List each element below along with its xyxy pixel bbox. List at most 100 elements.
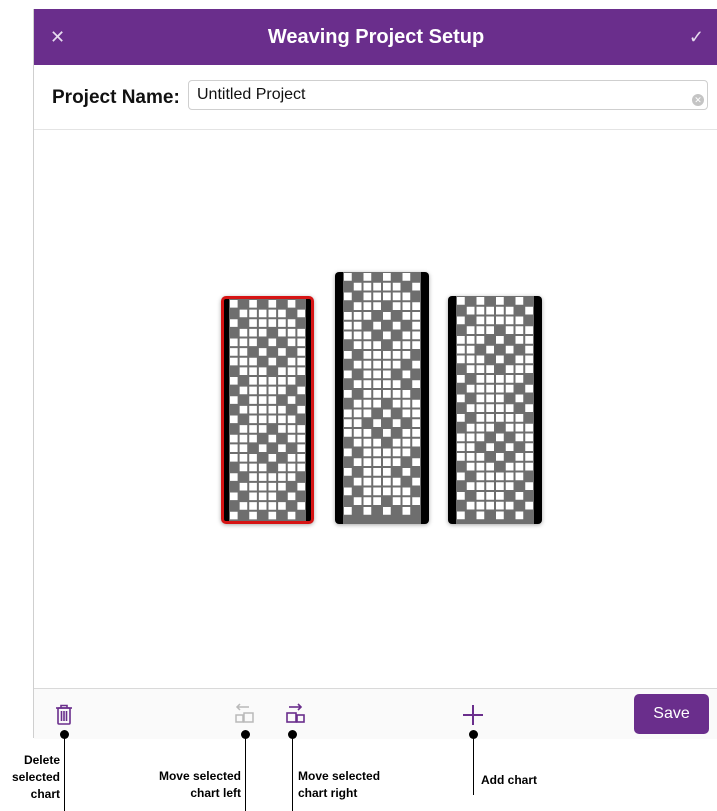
pattern-cell <box>486 414 494 422</box>
pattern-cell <box>363 409 372 418</box>
pattern-cell <box>363 282 372 291</box>
pattern-cell <box>402 429 411 437</box>
chart-thumbnail-3[interactable] <box>448 296 542 524</box>
pattern-cell <box>373 351 381 359</box>
pattern-cell <box>486 394 494 403</box>
project-name-input[interactable]: Untitled Project <box>188 80 708 110</box>
pattern-cell <box>373 380 381 388</box>
pattern-cell <box>249 328 257 337</box>
pattern-cell <box>363 429 372 437</box>
pattern-cell <box>353 321 362 330</box>
pattern-cell <box>486 462 494 471</box>
pattern-cell <box>344 351 352 359</box>
pattern-cell <box>353 380 362 388</box>
move-right-icon[interactable] <box>282 701 310 729</box>
pattern-cell <box>353 399 362 408</box>
save-button[interactable]: Save <box>634 694 709 734</box>
pattern-cell <box>496 404 504 412</box>
annotation-text: Delete <box>23 753 60 767</box>
pattern-cell <box>278 367 286 375</box>
trash-icon[interactable] <box>50 701 78 729</box>
pattern-cell <box>239 444 248 452</box>
pattern-cell <box>363 351 372 359</box>
checkmark-icon[interactable]: ✓ <box>689 9 704 65</box>
pattern-cell <box>287 319 296 327</box>
pattern-cell <box>363 331 372 340</box>
pattern-cell <box>402 448 411 457</box>
pattern-cell <box>457 492 465 500</box>
pattern-cell <box>258 502 267 510</box>
pattern-cell <box>268 482 277 491</box>
pattern-cell <box>466 433 475 442</box>
pattern-cell <box>486 443 494 451</box>
chart-thumbnail-1[interactable] <box>221 296 314 524</box>
pattern-cell <box>525 345 533 354</box>
pattern-cell <box>249 425 257 433</box>
pattern-cell <box>344 321 352 330</box>
pattern-cell <box>486 316 494 325</box>
clear-text-icon[interactable]: ✕ <box>692 94 704 106</box>
pattern-cell <box>496 384 504 393</box>
pattern-cell <box>249 367 257 375</box>
pattern-cell <box>505 326 514 334</box>
move-left-icon[interactable] <box>230 701 258 729</box>
callout-line <box>473 735 474 795</box>
pattern-cell <box>392 321 401 330</box>
pattern-cell <box>392 477 401 486</box>
pattern-cell <box>525 326 533 334</box>
pattern-cell <box>258 309 267 318</box>
pattern-cell <box>515 326 524 334</box>
pattern-cell <box>383 468 391 476</box>
pattern-cell <box>268 454 277 462</box>
pattern-cell <box>392 390 401 398</box>
plus-icon[interactable] <box>459 701 487 729</box>
pattern-cell <box>268 511 277 520</box>
pattern-cell <box>363 273 372 281</box>
pattern-cell <box>258 377 267 385</box>
pattern-cell <box>476 414 485 422</box>
pattern-cell <box>412 302 420 310</box>
pattern-cell <box>268 405 277 414</box>
pattern-cell <box>457 394 465 403</box>
pattern-cell <box>353 360 362 369</box>
pattern-cell <box>476 433 485 442</box>
pattern-cell <box>287 511 296 520</box>
pattern-cell <box>476 336 485 344</box>
pattern-cell <box>402 331 411 340</box>
pattern-cell <box>383 360 391 369</box>
pattern-cell <box>392 458 401 466</box>
pattern-cell <box>515 414 524 422</box>
pattern-cell <box>373 282 381 291</box>
pattern-cell <box>496 482 504 490</box>
pattern-cell <box>496 472 504 481</box>
pattern-cell <box>402 497 411 505</box>
pattern-cell <box>466 336 475 344</box>
pattern-cell <box>402 302 411 310</box>
pattern-cell <box>457 433 465 442</box>
pattern-cell <box>344 331 352 340</box>
pattern-cell <box>457 443 465 451</box>
pattern-cell <box>402 370 411 379</box>
pattern-cell <box>363 399 372 408</box>
pattern-cell <box>402 507 411 515</box>
pattern-cell <box>297 434 305 443</box>
pattern-cell <box>249 434 257 443</box>
pattern-cell <box>515 511 524 520</box>
chart-thumbnail-2[interactable] <box>335 272 429 524</box>
pattern-cell <box>268 309 277 318</box>
callout-line <box>64 735 65 811</box>
pattern-cell <box>486 306 494 315</box>
pattern-cell <box>287 473 296 481</box>
pattern-cell <box>278 377 286 385</box>
pattern-cell <box>383 312 391 320</box>
pattern-cell <box>457 336 465 344</box>
pattern-cell <box>476 511 485 520</box>
pattern-cell <box>466 404 475 412</box>
annotation-text: chart left <box>190 786 241 800</box>
pattern-cell <box>383 351 391 359</box>
pattern-cell <box>268 396 277 404</box>
pattern-cell <box>278 309 286 318</box>
pattern-cell <box>230 492 238 501</box>
pattern-cell <box>525 501 533 510</box>
pattern-cell <box>239 309 248 318</box>
